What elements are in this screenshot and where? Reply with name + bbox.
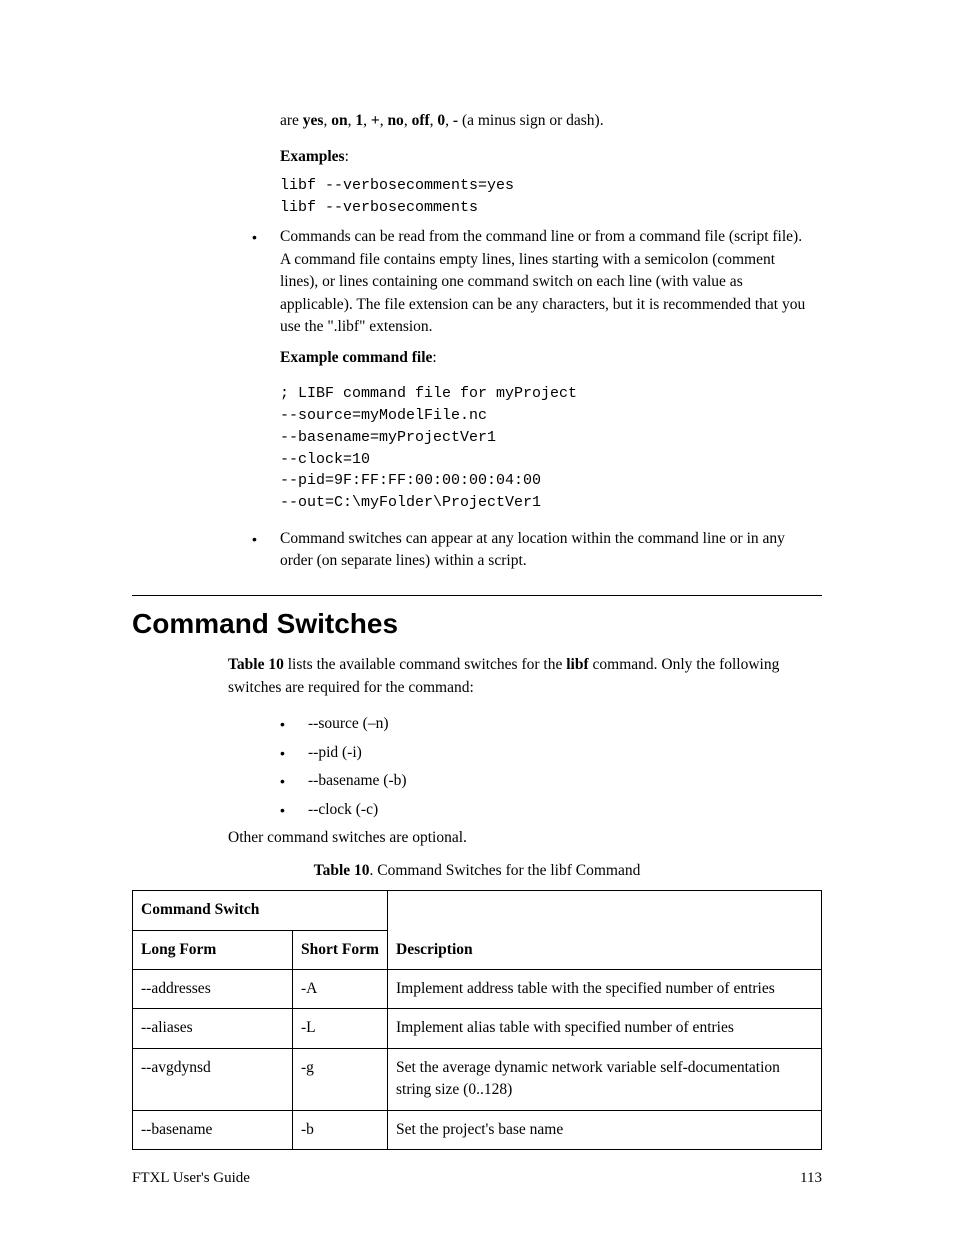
boolean-values-line: are yes, on, 1, +, no, off, 0, - (a minu… bbox=[280, 110, 814, 132]
table-row: --avgdynsd -g Set the average dynamic ne… bbox=[133, 1048, 822, 1110]
page-number: 113 bbox=[800, 1168, 822, 1190]
footer-title: FTXL User's Guide bbox=[132, 1168, 250, 1190]
bullet-text: Commands can be read from the command li… bbox=[280, 226, 814, 338]
bullet-icon: • bbox=[274, 713, 308, 735]
cell-desc: Set the project's base name bbox=[388, 1110, 822, 1149]
cell-desc: Implement alias table with specified num… bbox=[388, 1009, 822, 1048]
intro-paragraph: Table 10 lists the available command swi… bbox=[228, 654, 814, 699]
bullet-text: Command switches can appear at any locat… bbox=[280, 528, 814, 573]
table-row: --aliases -L Implement alias table with … bbox=[133, 1009, 822, 1048]
section-heading: Command Switches bbox=[132, 595, 822, 645]
cell-desc: Set the average dynamic network variable… bbox=[388, 1048, 822, 1110]
cell-long: --basename bbox=[133, 1110, 293, 1149]
req-switch-text: --clock (-c) bbox=[308, 799, 822, 821]
req-switch-text: --pid (-i) bbox=[308, 742, 822, 764]
req-switch-item: • --pid (-i) bbox=[308, 742, 822, 764]
table-row: --addresses -A Implement address table w… bbox=[133, 969, 822, 1008]
col-short-form: Short Form bbox=[293, 930, 388, 969]
cell-short: -b bbox=[293, 1110, 388, 1149]
bullet-item: • Commands can be read from the command … bbox=[280, 226, 814, 338]
bullet-icon: • bbox=[246, 528, 280, 573]
req-switch-item: • --clock (-c) bbox=[308, 799, 822, 821]
example-file-heading: Example command file: bbox=[280, 347, 814, 369]
example-line-1: libf --verbosecomments=yes bbox=[280, 175, 814, 197]
cell-long: --aliases bbox=[133, 1009, 293, 1048]
col-command-switch: Command Switch bbox=[133, 891, 388, 930]
bullet-icon: • bbox=[274, 799, 308, 821]
cell-desc: Implement address table with the specifi… bbox=[388, 969, 822, 1008]
cell-short: -L bbox=[293, 1009, 388, 1048]
cell-short: -g bbox=[293, 1048, 388, 1110]
col-long-form: Long Form bbox=[133, 930, 293, 969]
req-switch-item: • --basename (-b) bbox=[308, 770, 822, 792]
command-switches-table: Command Switch Description Long Form Sho… bbox=[132, 890, 822, 1150]
table-row: --basename -b Set the project's base nam… bbox=[133, 1110, 822, 1149]
examples-heading: Examples: bbox=[280, 146, 814, 168]
cell-long: --addresses bbox=[133, 969, 293, 1008]
optional-note: Other command switches are optional. bbox=[228, 827, 814, 849]
col-description: Description bbox=[388, 891, 822, 970]
req-switch-item: • --source (–n) bbox=[308, 713, 822, 735]
table-caption: Table 10. Command Switches for the libf … bbox=[132, 860, 822, 882]
bullet-icon: • bbox=[274, 770, 308, 792]
bullet-icon: • bbox=[274, 742, 308, 764]
example-command-file: ; LIBF command file for myProject --sour… bbox=[280, 383, 814, 514]
bullet-item: • Command switches can appear at any loc… bbox=[280, 528, 814, 573]
page-footer: FTXL User's Guide 113 bbox=[132, 1168, 822, 1190]
req-switch-text: --basename (-b) bbox=[308, 770, 822, 792]
cell-short: -A bbox=[293, 969, 388, 1008]
req-switch-text: --source (–n) bbox=[308, 713, 822, 735]
example-line-2: libf --verbosecomments bbox=[280, 197, 814, 219]
bullet-icon: • bbox=[246, 226, 280, 338]
cell-long: --avgdynsd bbox=[133, 1048, 293, 1110]
table-header-row: Command Switch Description bbox=[133, 891, 822, 930]
